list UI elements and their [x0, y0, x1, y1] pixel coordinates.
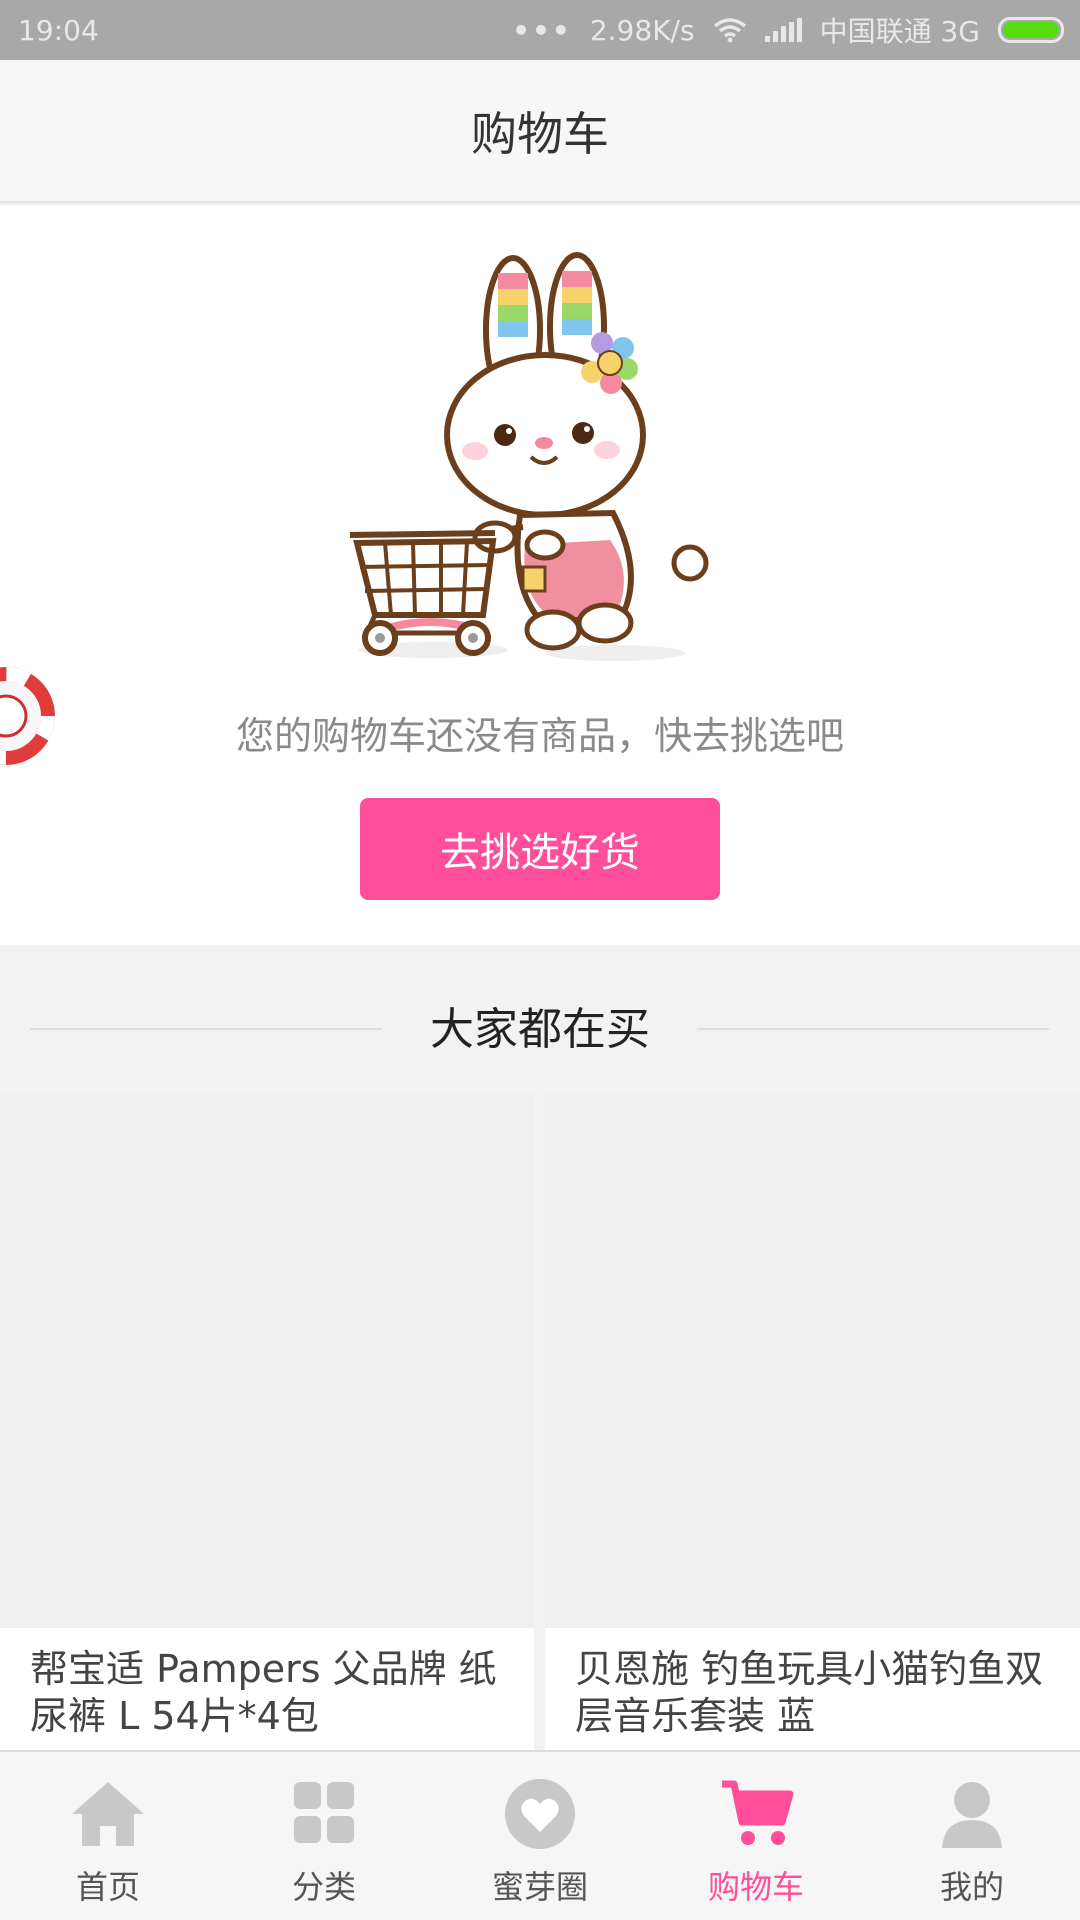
wifi-icon — [713, 18, 746, 43]
bottom-tab-bar: 首页 分类 蜜芽圈 购物车 我的 — [0, 1750, 1080, 1920]
carrier-label: 中国联通 3G — [819, 15, 980, 48]
recommend-title: 大家都在买 — [430, 1004, 650, 1055]
app-header: 购物车 — [0, 60, 1080, 203]
tab-home[interactable]: 首页 — [0, 1752, 216, 1920]
product-card[interactable]: 贝恩施 钓鱼玩具小猫钓鱼双层音乐套装 蓝 — [545, 1094, 1080, 1754]
tab-category[interactable]: 分类 — [216, 1752, 432, 1920]
go-shopping-button[interactable]: 去挑选好货 — [360, 798, 720, 900]
battery-icon — [998, 17, 1064, 43]
tab-profile[interactable]: 我的 — [864, 1752, 1080, 1920]
product-image[interactable] — [545, 1094, 1080, 1628]
tab-label: 蜜芽圈 — [491, 1868, 588, 1906]
life-ring-icon[interactable] — [0, 664, 60, 768]
divider-line — [697, 1028, 1049, 1030]
net-speed: 2.98K/s — [589, 13, 695, 47]
status-time: 19:04 — [18, 13, 99, 47]
signal-icon — [764, 18, 802, 42]
tab-label: 我的 — [939, 1868, 1004, 1906]
bunny-cart-illustration — [349, 252, 709, 661]
empty-cart-panel: 您的购物车还没有商品，快去挑选吧 去挑选好货 — [0, 205, 1080, 945]
divider-line — [30, 1028, 382, 1030]
tab-label: 分类 — [291, 1868, 356, 1906]
cart-icon — [722, 1780, 794, 1845]
user-icon — [942, 1782, 1002, 1848]
empty-cart-message: 您的购物车还没有商品，快去挑选吧 — [235, 714, 844, 758]
product-image[interactable] — [0, 1094, 534, 1628]
status-indicators: ••• 2.98K/s 中国联通 3G — [512, 10, 1064, 50]
status-bar: 19:04 ••• 2.98K/s 中国联通 3G — [0, 0, 1080, 60]
heart-icon — [505, 1779, 575, 1849]
grid-icon — [294, 1782, 354, 1843]
dots-icon: ••• — [512, 13, 572, 47]
product-name[interactable]: 帮宝适 Pampers 父品牌 纸尿裤 L 54片*4包 — [0, 1628, 534, 1740]
tab-label: 首页 — [75, 1868, 140, 1906]
tab-cart[interactable]: 购物车 — [648, 1752, 864, 1920]
tab-community[interactable]: 蜜芽圈 — [432, 1752, 648, 1920]
page-title: 购物车 — [471, 106, 609, 161]
product-card[interactable]: 帮宝适 Pampers 父品牌 纸尿裤 L 54片*4包 — [0, 1094, 534, 1754]
product-name[interactable]: 贝恩施 钓鱼玩具小猫钓鱼双层音乐套装 蓝 — [545, 1628, 1080, 1740]
recommend-section-header: 大家都在买 — [0, 985, 1080, 1065]
tab-label: 购物车 — [707, 1868, 804, 1906]
home-icon — [72, 1782, 144, 1846]
